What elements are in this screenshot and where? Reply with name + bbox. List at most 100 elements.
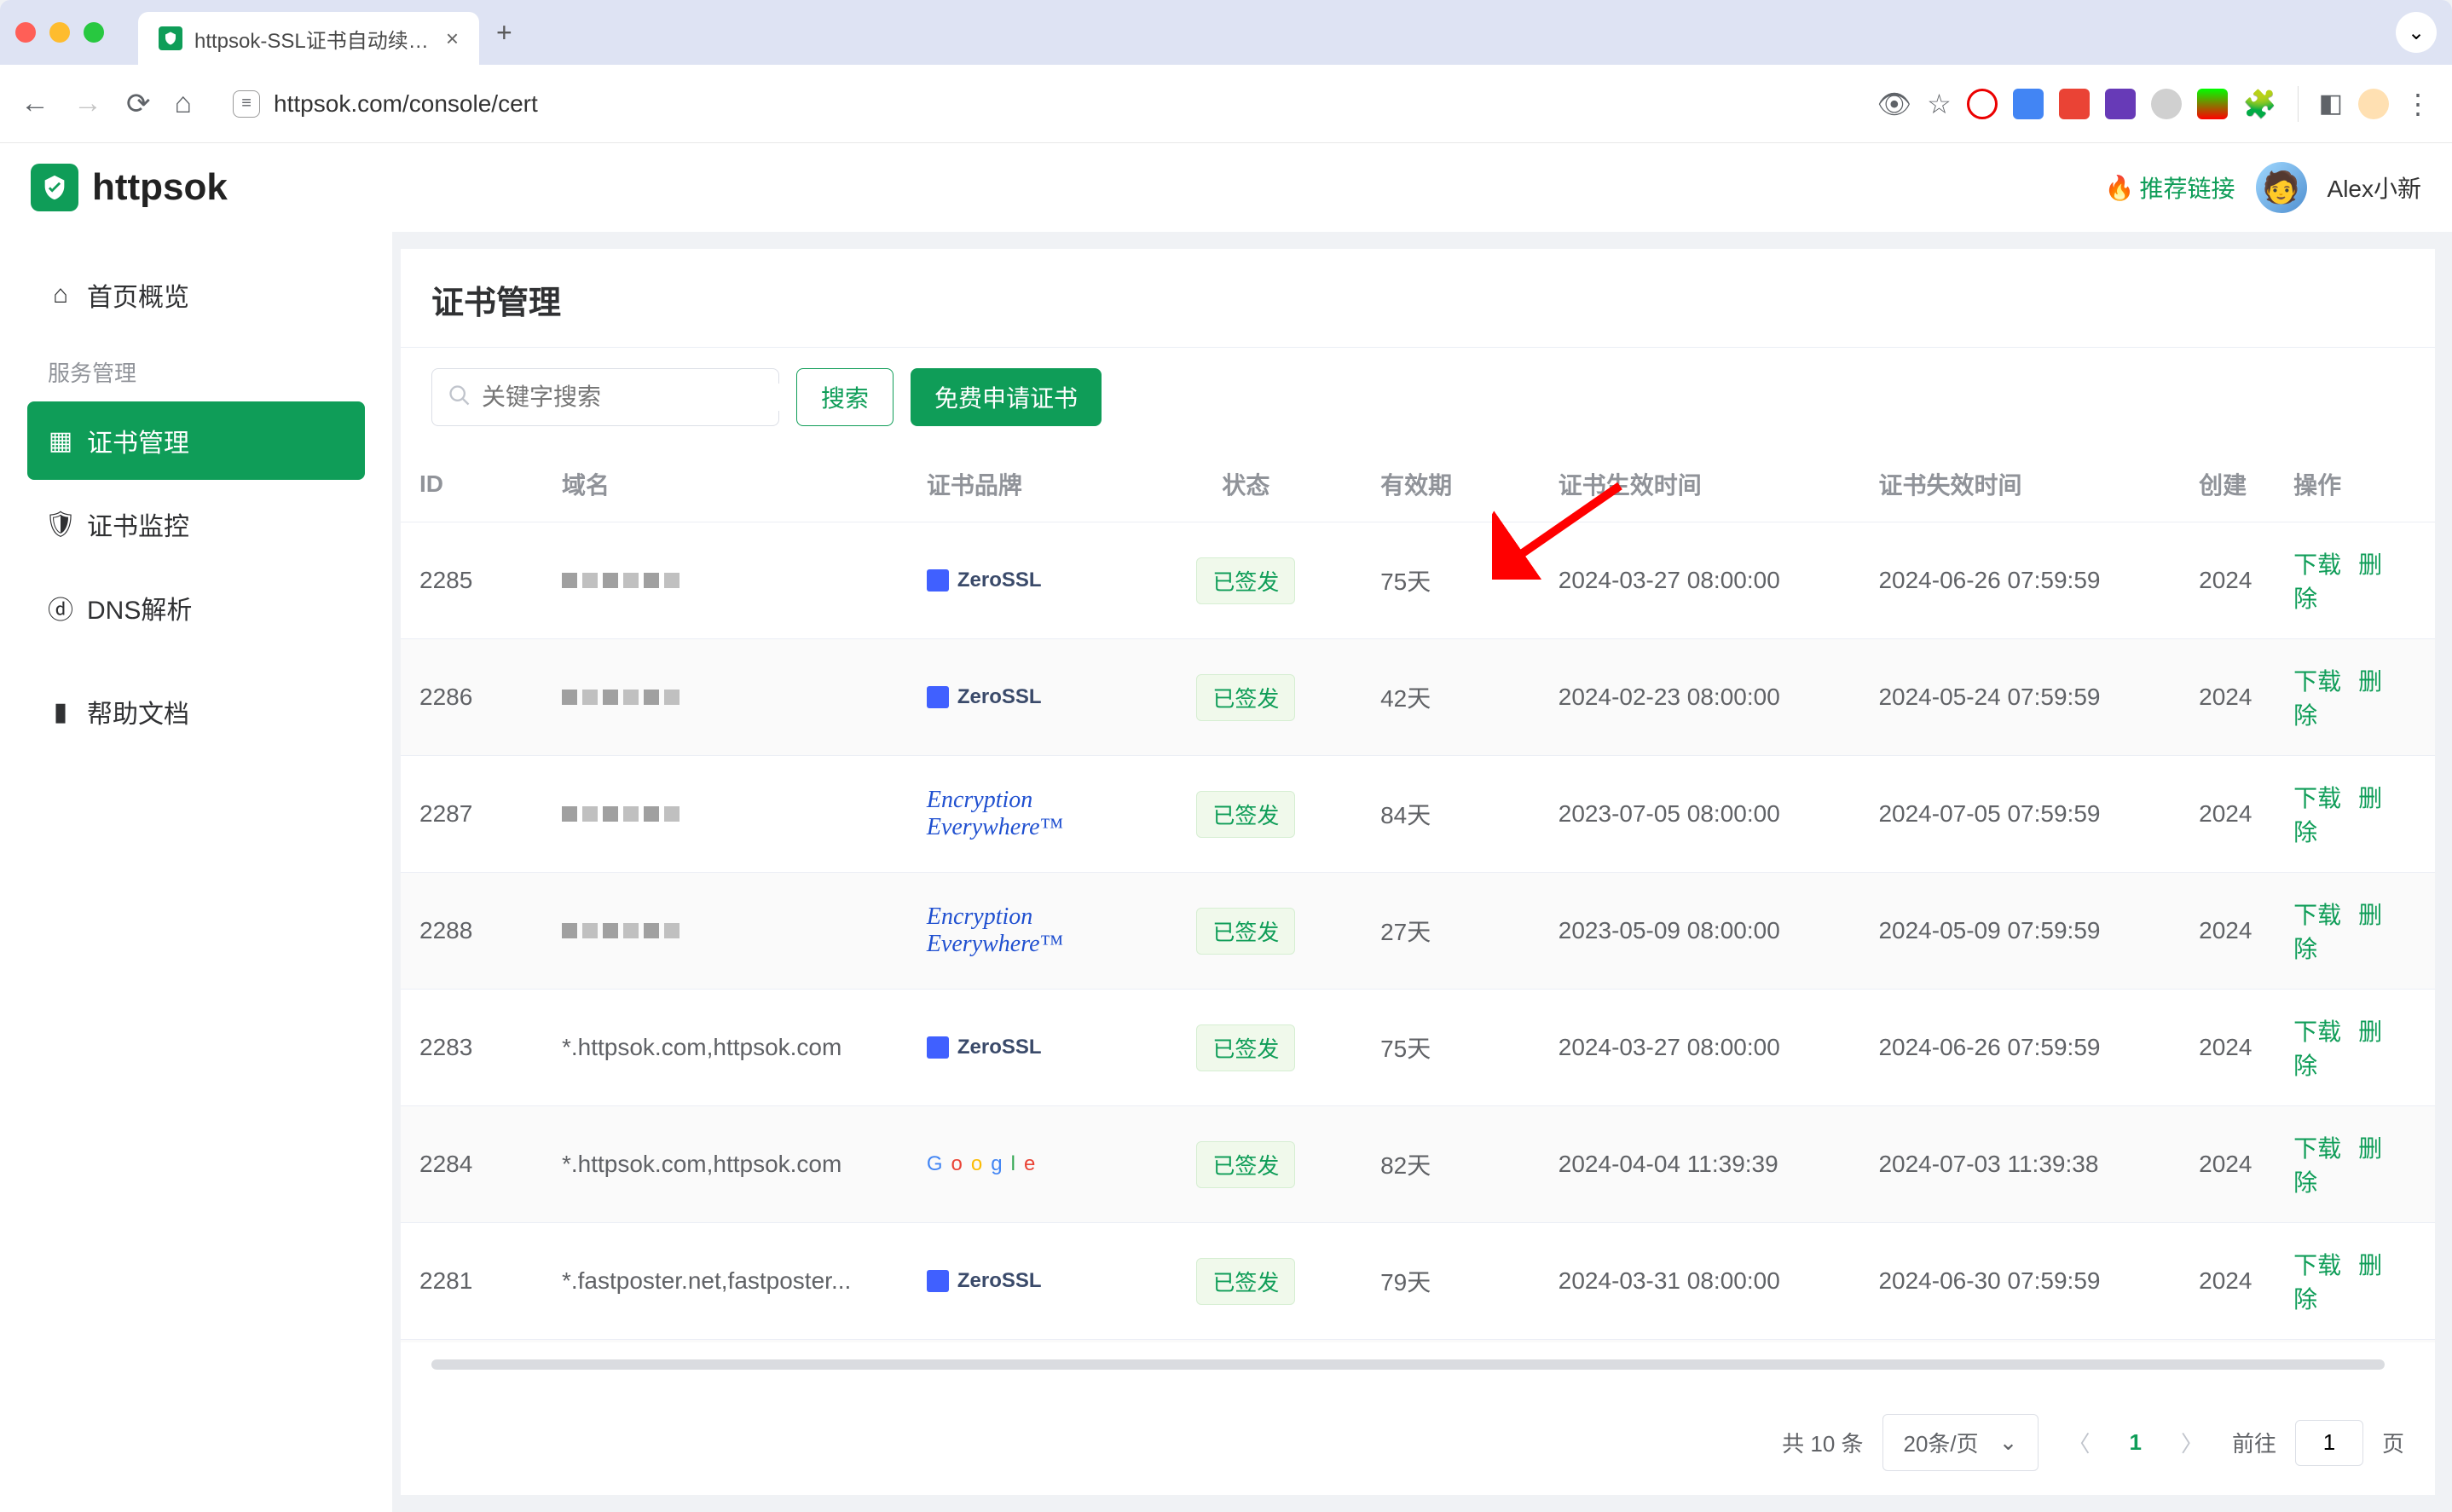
col-end: 证书失效时间 <box>1859 447 2180 522</box>
main-content: 证书管理 搜索 免费申请证书 ID 域名 证书 <box>392 232 2452 1512</box>
address-bar[interactable]: ≡ httpsok.com/console/cert <box>233 90 1853 118</box>
home-button[interactable]: ⌂ <box>175 87 193 120</box>
cell-id: 2285 <box>401 522 543 639</box>
cell-action: 下载删除 <box>2275 756 2435 873</box>
cell-brand: ZeroSSL <box>908 639 1131 756</box>
cell-end: 2024-07-05 07:59:59 <box>1859 756 2180 873</box>
bookmark-icon[interactable]: ☆ <box>1927 88 1952 120</box>
sidebar-item-cert-monitor[interactable]: 🛡 证书监控 <box>27 485 365 563</box>
site-info-icon[interactable]: ≡ <box>233 90 260 118</box>
cell-id: 2282 <box>401 1340 543 1343</box>
maximize-window-button[interactable] <box>84 22 104 43</box>
search-input[interactable] <box>482 384 789 411</box>
username: Alex小新 <box>2328 170 2421 205</box>
book-icon: ▮ <box>48 699 73 724</box>
download-link[interactable]: 下载 <box>2293 551 2341 578</box>
table-row[interactable]: 2281*.fastposter.net,fastposter...ZeroSS… <box>401 1223 2435 1340</box>
download-link[interactable]: 下载 <box>2293 902 2341 928</box>
tab-title: httpsok-SSL证书自动续期|长 <box>194 24 434 54</box>
cell-end: 2024-06-26 07:59:59 <box>1859 522 2180 639</box>
cell-domain <box>543 639 908 756</box>
sidebar-item-dns[interactable]: ⓓ DNS解析 <box>27 568 365 647</box>
download-link[interactable]: 下载 <box>2293 1135 2341 1162</box>
app-header: httpsok 🔥 推荐链接 🧑 Alex小新 <box>0 143 2452 232</box>
forward-button[interactable]: → <box>73 87 102 120</box>
cell-brand: Encryption Everywhere™ <box>908 873 1131 990</box>
sidebar-section-label: 服务管理 <box>27 339 365 401</box>
sidebar-item-help[interactable]: ▮ 帮助文档 <box>27 672 365 751</box>
fire-icon: 🔥 <box>2105 174 2135 202</box>
sidebar-item-overview[interactable]: ⌂ 首页概览 <box>27 256 365 334</box>
download-link[interactable]: 下载 <box>2293 1252 2341 1278</box>
cell-action: 下载删除 <box>2275 522 2435 639</box>
cell-status: 已签发 <box>1131 522 1362 639</box>
cell-brand: ZeroSSL <box>908 522 1131 639</box>
cell-start: 2024-04-04 11:39:39 <box>1540 1106 1860 1223</box>
back-button[interactable]: ← <box>20 87 49 120</box>
sidebar-label: 首页概览 <box>87 276 189 314</box>
tab-close-icon[interactable]: × <box>446 26 459 52</box>
extension-icon[interactable] <box>2059 89 2090 119</box>
extension-icon[interactable] <box>2197 89 2228 119</box>
sidebar-item-cert-manage[interactable]: ▦ 证书管理 <box>27 401 365 480</box>
col-start: 证书生效时间 <box>1540 447 1860 522</box>
cell-valid: 27天 <box>1362 873 1540 990</box>
cell-brand: Google <box>908 1106 1131 1223</box>
close-window-button[interactable] <box>15 22 36 43</box>
cell-status: 已签发 <box>1131 1106 1362 1223</box>
tab-overflow-button[interactable]: ⌄ <box>2396 12 2437 53</box>
cell-create: 2024 <box>2180 990 2275 1106</box>
new-tab-button[interactable]: + <box>496 17 512 49</box>
table-row[interactable]: 2284*.httpsok.com,httpsok.comGoogle已签发82… <box>401 1106 2435 1223</box>
horizontal-scrollbar[interactable] <box>431 1359 2404 1383</box>
minimize-window-button[interactable] <box>49 22 70 43</box>
table-row[interactable]: 2287Encryption Everywhere™已签发84天2023-07-… <box>401 756 2435 873</box>
logo[interactable]: httpsok <box>31 164 228 211</box>
search-icon <box>448 384 471 412</box>
cell-create: 2024 <box>2180 1223 2275 1340</box>
extension-icon[interactable] <box>2151 89 2182 119</box>
cell-end: 2024-07-03 11:39:38 <box>1859 1106 2180 1223</box>
extension-icon[interactable] <box>2105 89 2136 119</box>
download-link[interactable]: 下载 <box>2293 1019 2341 1045</box>
cell-end: 2024-06-30 07:59:59 <box>1859 1223 2180 1340</box>
pagination: 共 10 条 20条/页 ⌄ 〈 1 〉 前往 页 <box>401 1400 2435 1495</box>
search-field[interactable] <box>431 368 779 426</box>
download-link[interactable]: 下载 <box>2293 785 2341 811</box>
browser-tab[interactable]: httpsok-SSL证书自动续期|长 × <box>138 12 479 65</box>
next-page-button[interactable]: 〉 <box>2171 1420 2213 1465</box>
side-panel-icon[interactable]: ◧ <box>2319 89 2343 118</box>
recommend-link[interactable]: 🔥 推荐链接 <box>2105 170 2235 205</box>
profile-avatar[interactable] <box>2358 89 2389 119</box>
toolbar: 搜索 免费申请证书 <box>401 347 2435 447</box>
prev-page-button[interactable]: 〈 <box>2057 1420 2100 1465</box>
extension-icon[interactable] <box>2013 89 2044 119</box>
page-number[interactable]: 1 <box>2119 1423 2151 1463</box>
cell-brand: ZeroSSL <box>908 990 1131 1106</box>
cell-action: 下载删除 <box>2275 639 2435 756</box>
table-row[interactable]: 2285ZeroSSL已签发75天2024-03-27 08:00:002024… <box>401 522 2435 639</box>
incognito-icon[interactable]: 👁 <box>1877 88 1911 120</box>
shield-icon: 🛡 <box>48 511 73 537</box>
search-button[interactable]: 搜索 <box>796 368 893 426</box>
extensions-menu-icon[interactable]: 🧩 <box>2243 88 2277 120</box>
apply-cert-button[interactable]: 免费申请证书 <box>911 368 1102 426</box>
cell-create: 2024 <box>2180 1340 2275 1343</box>
reload-button[interactable]: ⟳ <box>126 87 151 121</box>
goto-input[interactable] <box>2295 1420 2363 1466</box>
page-size-select[interactable]: 20条/页 ⌄ <box>1882 1414 2039 1471</box>
download-link[interactable]: 下载 <box>2293 668 2341 695</box>
cell-end: 2024-05-09 07:59:59 <box>1859 873 2180 990</box>
sidebar-label: 证书监控 <box>87 505 189 543</box>
table-row[interactable]: 2286ZeroSSL已签发42天2024-02-23 08:00:002024… <box>401 639 2435 756</box>
cell-valid: 42天 <box>1362 639 1540 756</box>
chrome-menu-icon[interactable]: ⋮ <box>2404 88 2432 120</box>
table-row[interactable]: 2282ZeroSSL已签发76天2024-03-28 08:00:002024… <box>401 1340 2435 1343</box>
table-row[interactable]: 2283*.httpsok.com,httpsok.comZeroSSL已签发7… <box>401 990 2435 1106</box>
cell-end: 2024-05-24 07:59:59 <box>1859 639 2180 756</box>
cell-create: 2024 <box>2180 873 2275 990</box>
avatar[interactable]: 🧑 <box>2256 162 2307 213</box>
cell-start: 2024-03-28 08:00:00 <box>1540 1340 1860 1343</box>
table-row[interactable]: 2288Encryption Everywhere™已签发27天2023-05-… <box>401 873 2435 990</box>
extension-icon[interactable] <box>1967 89 1998 119</box>
